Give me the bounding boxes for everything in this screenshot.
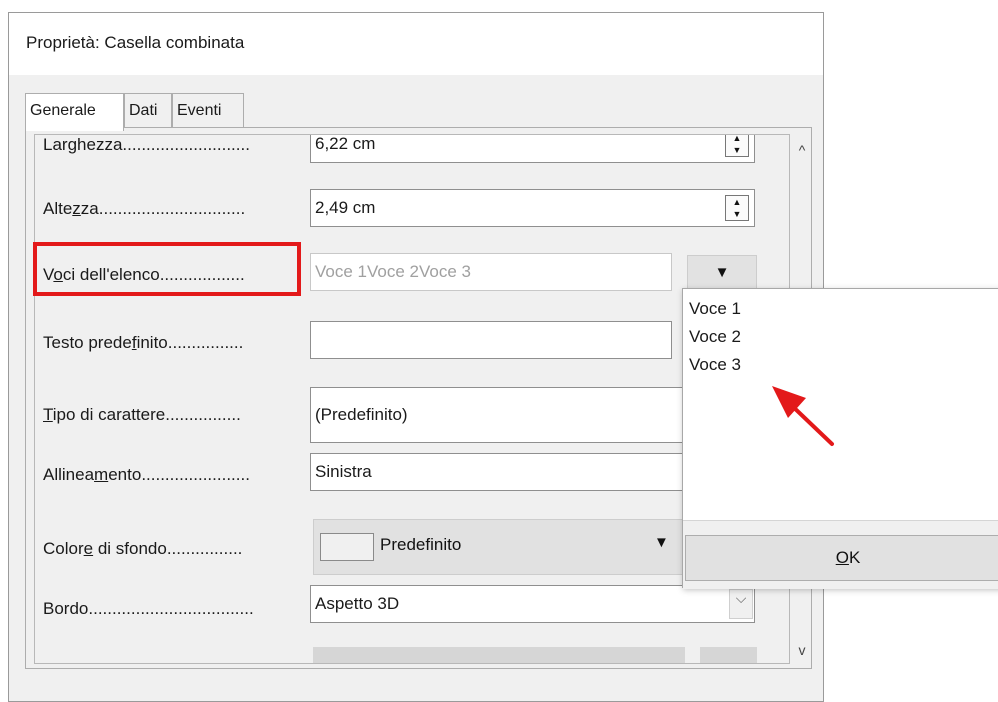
annotation-arrow-icon [772,386,834,446]
highlight-box [33,242,301,296]
label-tipo-carattere: Tipo di carattere................ [43,405,241,424]
spin-down-icon[interactable]: ▼ [726,144,748,156]
ok-button[interactable]: OK [685,535,998,581]
width-spinner[interactable]: ▲ ▼ [725,135,749,157]
title-bar: Proprietà: Casella combinata [9,13,823,75]
tab-generale[interactable]: Generale [25,93,124,131]
list-item[interactable]: Voce 3 [689,355,741,375]
popup-footer: OK [683,521,998,589]
list-entries-dropdown-button[interactable]: ▼ [687,255,757,291]
label-bordo: Bordo................................... [43,599,254,618]
scroll-down-icon[interactable]: v [792,642,812,658]
spin-up-icon[interactable]: ▲ [726,196,748,208]
list-item[interactable]: Voce 1 [689,299,741,319]
tab-dati[interactable]: Dati [124,93,172,129]
dropdown-arrow-icon: ▼ [654,534,669,551]
height-field[interactable]: 2,49 cm [310,189,755,227]
height-spinner[interactable]: ▲ ▼ [725,195,749,221]
label-larghezza: Larghezza........................... [43,135,250,154]
label-colore-sfondo: Colore di sfondo................ [43,539,243,558]
spin-up-icon[interactable]: ▲ [726,135,748,144]
dropdown-arrow-icon: ▼ [714,264,730,281]
close-icon[interactable] [775,23,815,59]
border-select[interactable]: Aspetto 3D [310,585,755,623]
properties-area: Larghezza........................... 6,2… [34,134,790,664]
list-entries-field[interactable]: Voce 1Voce 2Voce 3 [310,253,672,291]
label-allineamento: Allineamento....................... [43,465,250,484]
label-altezza: Altezza............................... [43,199,246,218]
default-text-field[interactable] [310,321,672,359]
chevron-down-icon[interactable]: ⌵ [729,589,753,619]
dialog-title: Proprietà: Casella combinata [26,33,245,52]
next-row-button[interactable] [700,647,757,663]
next-row-control[interactable] [313,647,685,663]
tab-eventi[interactable]: Eventi [172,93,244,129]
spin-down-icon[interactable]: ▼ [726,208,748,220]
width-field[interactable]: 6,22 cm [310,135,755,163]
label-testo-predefinito: Testo predefinito................ [43,333,244,352]
scroll-up-icon[interactable]: ^ [792,142,812,158]
color-swatch [320,533,374,561]
list-item[interactable]: Voce 2 [689,327,741,347]
color-name: Predefinito [380,535,462,554]
